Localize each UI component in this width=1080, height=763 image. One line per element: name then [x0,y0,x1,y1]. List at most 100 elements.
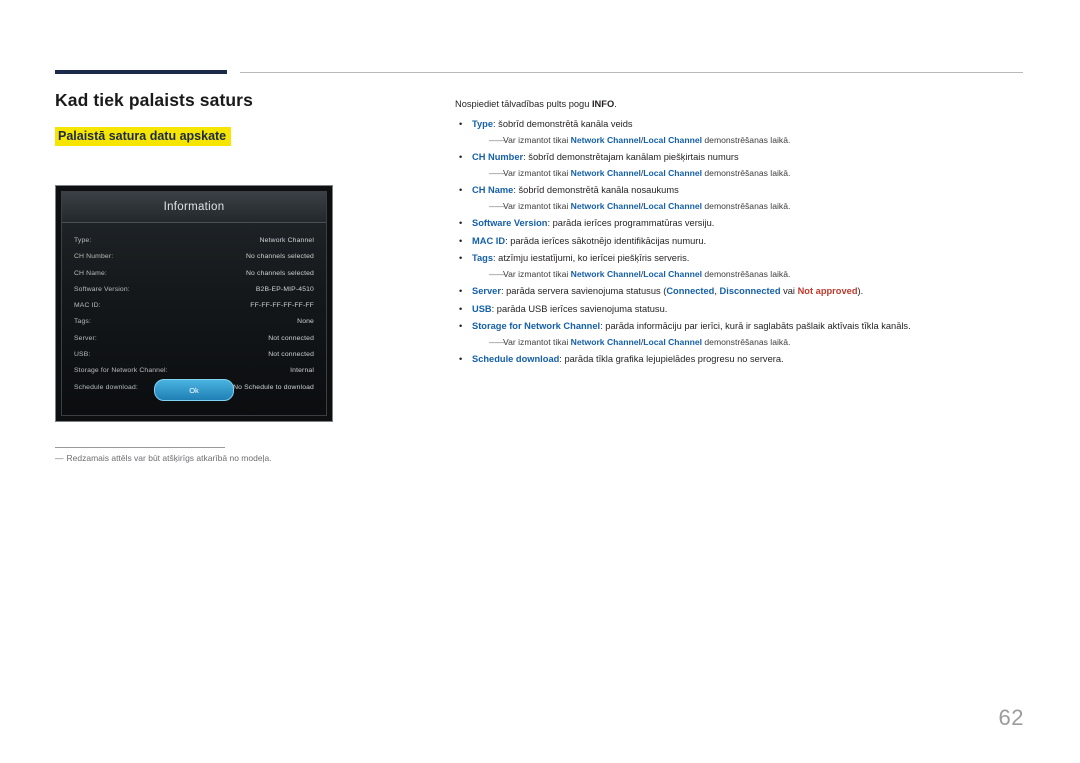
note-channel-local: Local Channel [643,336,702,347]
table-row: Storage for Network Channel: Internal [74,363,314,379]
osd-row-value: FF-FF-FF-FF-FF-FF [250,302,314,310]
table-row: CH Number: No channels selected [74,249,314,265]
note-dash: ―― [489,336,506,347]
osd-row-label: CH Number: [74,253,114,261]
osd-row-value: Internal [290,367,314,375]
page-title: Kad tiek palaists saturs [55,90,253,110]
bullet-icon: • [459,218,463,229]
term-label: Storage for Network Channel [472,321,601,332]
term-desc: : parāda ierīces sākotnējo identifikācij… [505,235,707,246]
left-column: Kad tiek palaists saturs Palaistā satura… [55,90,425,160]
list-item: • Schedule download: parāda tīkla grafik… [455,353,1025,366]
note-channel-local: Local Channel [643,200,702,211]
note-dash: ―― [489,167,506,178]
term-desc: : šobrīd demonstrētā kanāla nosaukums [513,185,679,196]
intro-paragraph: Nospiediet tālvadības pults pogu INFO. [455,98,1025,111]
term-label: MAC ID [472,235,506,246]
osd-row-value: B2B-EP-MIP-4510 [255,285,314,293]
table-row: Type: Network Channel [74,233,314,249]
note-post: demonstrēšanas laikā. [702,268,791,279]
term-desc: : atzīmju iestatījumi, ko ierīcei piešķī… [493,253,690,264]
note-pre: Var izmantot tikai [503,200,571,211]
note: ―― Var izmantot tikai Network Channel/Loc… [472,134,1025,146]
term-desc: : parāda tīkla grafika lejupielādes prog… [559,353,784,364]
header-accent-rule [55,70,227,74]
list-item: • USB: parāda USB ierīces savienojuma st… [455,303,1025,316]
list-item: • Tags: atzīmju iestatījumi, ko ierīcei … [455,252,1025,280]
osd-row-label: CH Name: [74,269,107,277]
term-desc: : parāda ierīces programmatūras versiju. [547,218,715,229]
list-item: • Storage for Network Channel: parāda in… [455,320,1025,348]
term-label: CH Name [472,185,514,196]
term-desc: : parāda USB ierīces savienojuma statusu… [491,303,668,314]
term-desc: : šobrīd demonstrētā kanāla veids [493,119,633,130]
table-row: CH Name: No channels selected [74,266,314,282]
footnote: ― Redzamais attēls var būt atšķirīgs atka… [55,453,395,465]
status-badge-disconnected: Disconnected [719,286,781,297]
osd-row-label: Server: [74,334,97,342]
term-desc: : šobrīd demonstrētajam kanālam piešķirt… [523,152,739,163]
list-item: • CH Name: šobrīd demonstrētā kanāla nos… [455,184,1025,212]
note-channel-local: Local Channel [643,134,702,145]
intro-info-key: INFO [591,99,615,109]
list-item: • Software Version: parāda ierīces progr… [455,217,1025,230]
term-label: Schedule download [472,353,560,364]
bullet-icon: • [459,119,463,130]
osd-row-label: Software Version: [74,285,130,293]
note-post: demonstrēšanas laikā. [702,134,791,145]
footnote-divider [55,447,225,448]
term-desc: : parāda informāciju par ierīci, kurā ir… [600,321,911,332]
bullet-icon: • [459,152,463,163]
list-item: • CH Number: šobrīd demonstrētajam kanāl… [455,151,1025,179]
bullet-icon: • [459,185,463,196]
footnote-text: Redzamais attēls var būt atšķirīgs atkar… [66,453,272,463]
osd-row-value: Not connected [268,334,314,342]
note: ―― Var izmantot tikai Network Channel/Loc… [472,200,1025,212]
table-row: Tags: None [74,314,314,330]
osd-inner-frame: Information Type: Network Channel CH Num… [61,191,327,416]
right-column: Nospiediet tālvadības pults pogu INFO. •… [455,98,1025,370]
note: ―― Var izmantot tikai Network Channel/Loc… [472,336,1025,348]
note-dash: ―― [489,200,506,211]
status-badge-not-approved: Not approved [797,286,858,297]
page-number: 62 [998,705,1024,730]
note-channel-network: Network Channel [570,167,641,178]
list-item: • Type: šobrīd demonstrētā kanāla veids … [455,118,1025,146]
osd-row-value: None [297,318,314,326]
osd-footer: Ok [62,379,326,401]
term-label: Tags [472,253,494,264]
list-item: • Server: parāda servera savienojuma sta… [455,285,1025,298]
bullet-icon: • [459,321,463,332]
table-row: MAC ID: FF-FF-FF-FF-FF-FF [74,298,314,314]
bullet-icon: • [459,253,463,264]
note: ―― Var izmantot tikai Network Channel/Loc… [472,268,1025,280]
osd-row-value: Not connected [268,351,314,359]
table-row: Server: Not connected [74,331,314,347]
note-channel-network: Network Channel [570,134,641,145]
note-channel-local: Local Channel [643,268,702,279]
term-label: USB [472,303,492,314]
term-desc-end: ). [857,286,864,297]
term-desc: : parāda servera savienojuma statusus ( [500,286,667,297]
intro-pre: Nospiediet tālvadības pults pogu [455,99,592,109]
note-channel-network: Network Channel [570,336,641,347]
note-dash: ―― [489,134,506,145]
note-post: demonstrēšanas laikā. [702,336,791,347]
note-channel-local: Local Channel [643,167,702,178]
header-thin-rule [240,72,1023,73]
osd-title: Information [62,192,326,223]
note-pre: Var izmantot tikai [503,134,571,145]
note-channel-network: Network Channel [570,268,641,279]
state-sep-2: vai [780,286,798,297]
note-channel-network: Network Channel [570,200,641,211]
note-pre: Var izmantot tikai [503,167,571,178]
note-dash: ―― [489,268,506,279]
term-label: Server [472,286,501,297]
section-subtitle: Palaistā satura datu apskate [55,127,232,146]
osd-information-dialog: Information Type: Network Channel CH Num… [55,185,333,422]
ok-button[interactable]: Ok [154,379,234,401]
osd-row-label: Storage for Network Channel: [74,367,168,375]
note-pre: Var izmantot tikai [503,336,571,347]
term-label: Type [472,119,494,130]
osd-row-value: Network Channel [259,237,314,244]
